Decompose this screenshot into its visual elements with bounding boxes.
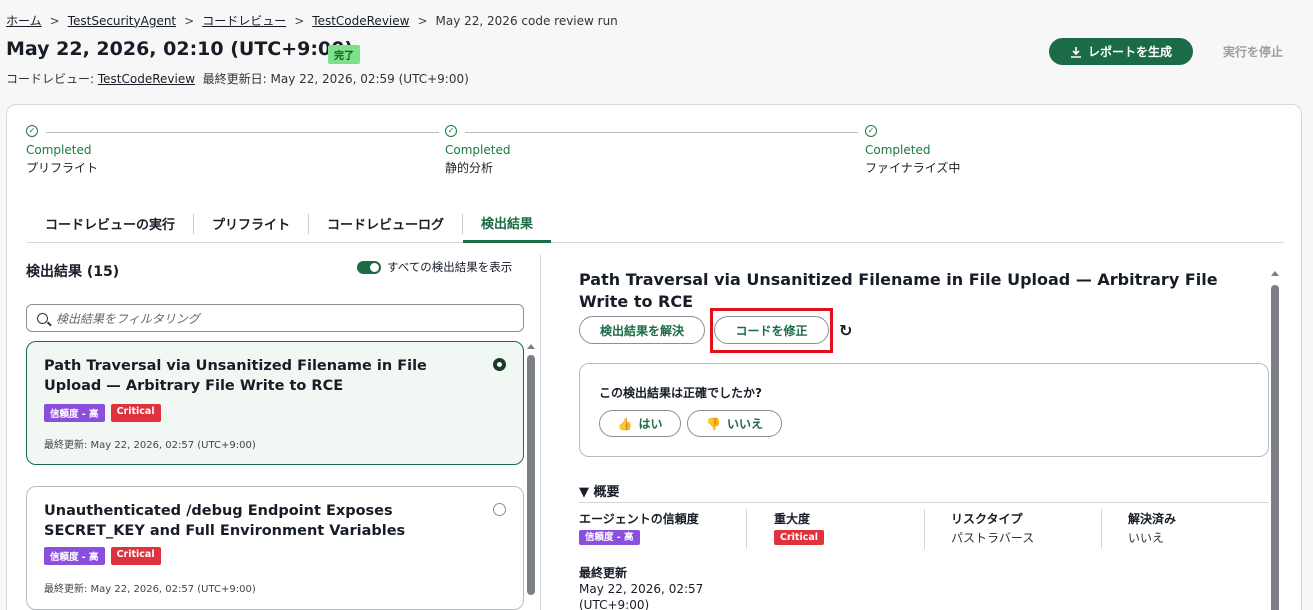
step-connector — [465, 132, 858, 133]
refresh-icon[interactable]: ↻ — [839, 321, 852, 340]
subtitle-updated: 最終更新日: May 22, 2026, 02:59 (UTC+9:00) — [202, 72, 469, 86]
chevron-right-icon: > — [49, 13, 60, 28]
check-circle-icon: ✓ — [26, 125, 38, 137]
breadcrumb-review-link[interactable]: TestCodeReview — [312, 14, 409, 28]
feedback-no-button[interactable]: 👎 いいえ — [687, 410, 782, 437]
toggle-label: すべての検出結果を表示 — [387, 260, 513, 274]
field-value: パストラバース — [951, 531, 1035, 545]
finding-title: Unauthenticated /debug Endpoint Exposes … — [44, 503, 406, 539]
breadcrumb-agent-link[interactable]: TestSecurityAgent — [68, 14, 176, 28]
chevron-right-icon: > — [417, 13, 428, 28]
breadcrumb-home-link[interactable]: ホーム — [6, 12, 42, 29]
divider — [746, 509, 747, 549]
field-label: 最終更新 — [579, 566, 628, 580]
confidence-badge: 信頼度 - 高 — [579, 530, 640, 545]
field-value: May 22, 2026, 02:57 — [579, 582, 704, 596]
filter-placeholder: 検出結果をフィルタリング — [56, 311, 200, 326]
detail-scrollbar[interactable] — [1271, 285, 1279, 610]
step-status: Completed — [445, 143, 511, 157]
highlight-box — [710, 308, 833, 353]
field-label: エージェントの信頼度 — [579, 512, 699, 526]
subtitle-prefix: コードレビュー: — [6, 72, 98, 86]
field-value: (UTC+9:00) — [579, 598, 650, 610]
tab-preflight[interactable]: プリフライト — [194, 213, 310, 234]
step-preflight: ✓ Completed プリフライト — [26, 125, 439, 176]
tab-bar: コードレビューの実行 プリフライト コードレビューログ 検出結果 — [27, 205, 1284, 243]
panel-divider — [540, 255, 541, 610]
divider — [579, 502, 1269, 503]
show-all-toggle[interactable]: すべての検出結果を表示 — [357, 259, 512, 275]
breadcrumb-code-review-link[interactable]: コードレビュー — [202, 12, 286, 29]
overview-header[interactable]: ▼ 概要 — [579, 481, 620, 500]
finding-updated: 最終更新: May 22, 2026, 02:57 (UTC+9:00) — [44, 440, 256, 451]
subtitle-review-link[interactable]: TestCodeReview — [98, 72, 195, 86]
step-name: 静的分析 — [445, 161, 494, 175]
agent-confidence-field: エージェントの信頼度 信頼度 - 高 — [579, 510, 699, 545]
step-status: Completed — [865, 143, 931, 157]
findings-filter-input[interactable]: 検出結果をフィルタリング — [26, 304, 524, 332]
confidence-badge: 信頼度 - 高 — [44, 547, 105, 565]
chevron-right-icon: > — [294, 13, 305, 28]
findings-title: 検出結果 (15) — [26, 264, 120, 280]
status-badge: 完了 — [328, 45, 360, 64]
divider — [1101, 509, 1102, 549]
download-icon — [1070, 46, 1081, 58]
field-label: 重大度 — [774, 512, 811, 526]
findings-scrollbar[interactable] — [527, 355, 535, 595]
chevron-right-icon: > — [184, 13, 195, 28]
severity-badge: Critical — [774, 530, 825, 545]
generate-report-label: レポートを生成 — [1087, 45, 1172, 59]
toggle-switch[interactable] — [357, 260, 381, 274]
risk-type-field: リスクタイプ パストラバース — [951, 510, 1034, 546]
step-name: ファイナライズ中 — [865, 161, 961, 175]
finding-card[interactable]: Unauthenticated /debug Endpoint Exposes … — [26, 486, 524, 610]
tab-code-review-log[interactable]: コードレビューログ — [309, 213, 464, 234]
finding-card[interactable]: Path Traversal via Unsanitized Filename … — [26, 341, 524, 465]
finding-title: Path Traversal via Unsanitized Filename … — [44, 358, 427, 394]
check-circle-icon: ✓ — [445, 125, 457, 137]
confidence-badge: 信頼度 - 高 — [44, 404, 105, 422]
step-finalizing: ✓ Completed ファイナライズ中 — [865, 125, 960, 176]
generate-report-button[interactable]: レポートを生成 — [1049, 38, 1193, 65]
page-title: May 22, 2026, 02:10 (UTC+9:00) — [6, 38, 354, 60]
step-static-analysis: ✓ Completed 静的分析 — [445, 125, 858, 176]
thumbs-down-icon: 👎 — [706, 416, 721, 431]
thumbs-up-icon: 👍 — [617, 416, 633, 431]
tab-code-review-run[interactable]: コードレビューの実行 — [27, 213, 195, 234]
stop-run-button[interactable]: 実行を停止 — [1208, 38, 1298, 65]
feedback-box: この検出結果は正確でしたか? 👍 はい 👎 いいえ — [579, 363, 1269, 457]
last-updated-field: 最終更新 May 22, 2026, 02:57 (UTC+9:00) — [579, 565, 703, 610]
resolved-field: 解決済み いいえ — [1128, 510, 1176, 546]
feedback-question: この検出結果は正確でしたか? — [599, 386, 762, 400]
step-status: Completed — [26, 143, 92, 157]
finding-radio[interactable] — [493, 503, 506, 516]
severity-badge: Critical — [110, 547, 161, 565]
field-label: リスクタイプ — [951, 512, 1023, 526]
check-circle-icon: ✓ — [865, 125, 877, 137]
search-icon — [37, 312, 48, 324]
tab-findings[interactable]: 検出結果 — [463, 205, 552, 243]
scroll-up-icon[interactable] — [527, 344, 535, 349]
severity-field: 重大度 Critical — [774, 510, 825, 545]
feedback-yes-label: はい — [638, 417, 663, 431]
step-connector — [46, 132, 439, 133]
feedback-yes-button[interactable]: 👍 はい — [599, 410, 681, 437]
field-label: 解決済み — [1128, 512, 1177, 526]
resolve-finding-button[interactable]: 検出結果を解決 — [579, 316, 705, 344]
main-panel: ✓ Completed プリフライト ✓ Completed 静的分析 ✓ Co… — [6, 104, 1302, 610]
finding-detail-title: Path Traversal via Unsanitized Filename … — [579, 270, 1218, 311]
breadcrumb-current: May 22, 2026 code review run — [435, 13, 618, 28]
divider — [924, 509, 925, 549]
page-subtitle: コードレビュー: TestCodeReview 最終更新日: May 22, 2… — [6, 70, 469, 87]
step-name: プリフライト — [26, 161, 99, 175]
field-value: いいえ — [1128, 531, 1165, 545]
breadcrumb: ホーム > TestSecurityAgent > コードレビュー > Test… — [6, 12, 618, 29]
feedback-no-label: いいえ — [726, 417, 763, 431]
severity-badge: Critical — [110, 404, 161, 422]
scroll-up-icon[interactable] — [1271, 271, 1279, 276]
finding-updated: 最終更新: May 22, 2026, 02:57 (UTC+9:00) — [44, 584, 256, 595]
finding-radio[interactable] — [493, 358, 506, 371]
